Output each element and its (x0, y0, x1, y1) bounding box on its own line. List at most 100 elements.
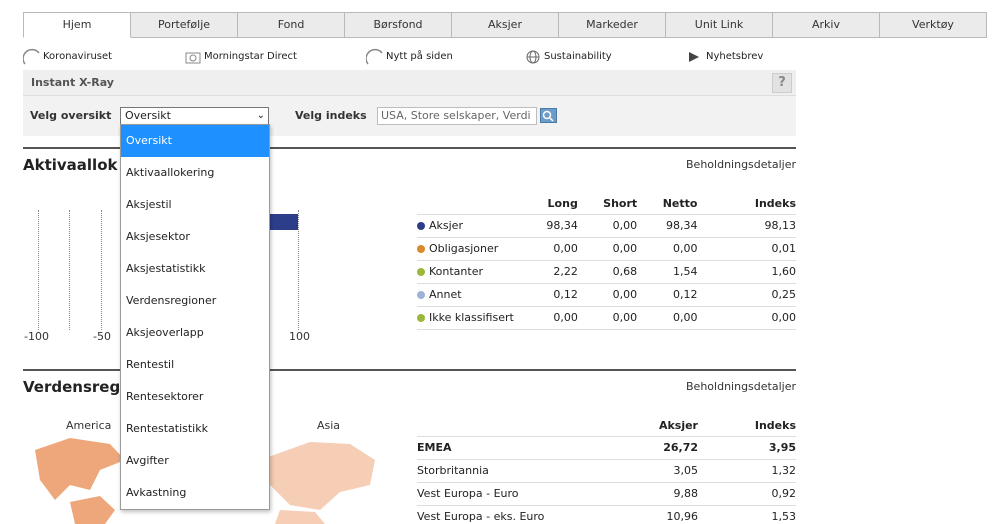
tab-arkiv[interactable]: Arkiv (773, 12, 880, 38)
link-label: Sustainability (544, 50, 612, 62)
cell-aksjer: 10,96 (617, 504, 698, 524)
dropdown-option[interactable]: Aksjestil (121, 189, 269, 221)
cell-indeks: 1,53 (698, 504, 796, 524)
row-name: Annet (429, 288, 462, 301)
cell-indeks: 0,01 (697, 236, 796, 260)
row-name: Kontanter (429, 265, 483, 278)
cell-aksjer: 26,72 (617, 435, 698, 459)
xray-title: Instant X-Ray (31, 76, 114, 89)
row-name: Aksjer (429, 219, 463, 232)
dropdown-option[interactable]: Rentesektorer (121, 381, 269, 413)
link-nytt-pa-siden[interactable]: Nytt på siden (365, 46, 453, 66)
row-name: Obligasjoner (429, 242, 499, 255)
cell-netto: 98,34 (637, 213, 698, 237)
cell-short: 0,00 (577, 305, 638, 330)
axis-gridline (38, 210, 39, 330)
cell-netto: 0,12 (637, 282, 698, 306)
tab-borsfond[interactable]: Børsfond (345, 12, 452, 38)
dropdown-option[interactable]: Aktivaallokering (121, 157, 269, 189)
dropdown-option[interactable]: Aksjeoverlapp (121, 317, 269, 349)
quick-links: Koronaviruset Morningstar Direct Nytt på… (22, 46, 793, 66)
cell-netto: 0,00 (637, 236, 698, 260)
table-row: Vest Europa - eks. Euro 10,96 1,53 (417, 504, 796, 524)
main-tabs: Hjem Portefølje Fond Børsfond Aksjer Mar… (23, 12, 987, 38)
cell-aksjer: 9,88 (617, 481, 698, 505)
overview-dropdown-list: Oversikt Aktivaallokering Aksjestil Aksj… (120, 124, 270, 510)
globe-icon (524, 47, 542, 65)
index-input[interactable]: USA, Store selskaper, Verdi (377, 107, 537, 125)
tab-fond[interactable]: Fond (238, 12, 345, 38)
table-row: Ikke klassifisert 0,00 0,00 0,00 0,00 (417, 305, 796, 330)
regions-details-link[interactable]: Beholdningsdetaljer (686, 380, 796, 393)
link-label: Morningstar Direct (204, 50, 297, 62)
circle-icon (22, 47, 41, 65)
cell-long: 0,00 (537, 236, 578, 260)
allocation-title: Aktivaallok (23, 156, 118, 174)
tab-portefolje[interactable]: Portefølje (131, 12, 238, 38)
cell-short: 0,00 (577, 236, 638, 260)
dropdown-option[interactable]: Aksjestatistikk (121, 253, 269, 285)
dropdown-option[interactable]: Aksjesektor (121, 221, 269, 253)
cell-netto: 0,00 (637, 305, 698, 330)
cell-short: 0,00 (577, 282, 638, 306)
dropdown-option[interactable]: Avgifter (121, 445, 269, 477)
axis-label: -100 (24, 330, 49, 343)
cell-short: 0,00 (577, 213, 638, 237)
col-netto: Netto (662, 196, 698, 210)
search-icon (542, 110, 554, 122)
dropdown-option[interactable]: Verdensregioner (121, 285, 269, 317)
cell-long: 0,00 (537, 305, 578, 330)
cell-aksjer: 3,05 (617, 458, 698, 482)
dropdown-option[interactable]: Avkastning (121, 477, 269, 509)
legend-dot (417, 291, 425, 299)
cell-indeks: 98,13 (697, 213, 796, 237)
dropdown-option[interactable]: Rentestatistikk (121, 413, 269, 445)
legend-dot (417, 222, 425, 230)
row-name: EMEA (417, 435, 617, 459)
table-row: Storbritannia 3,05 1,32 (417, 458, 796, 482)
cell-long: 2,22 (537, 259, 578, 283)
link-koronaviruset[interactable]: Koronaviruset (22, 46, 113, 66)
tab-verktoy[interactable]: Verktøy (880, 12, 987, 38)
col-short: Short (603, 196, 638, 210)
allocation-details-link[interactable]: Beholdningsdetaljer (686, 158, 796, 171)
link-label: Koronaviruset (43, 50, 113, 62)
axis-gridline (69, 210, 70, 330)
row-name: Ikke klassifisert (429, 311, 514, 324)
table-row: Aksjer 98,34 0,00 98,34 98,13 (417, 213, 796, 237)
dropdown-option[interactable]: Rentestil (121, 349, 269, 381)
tab-unit-link[interactable]: Unit Link (666, 12, 773, 38)
row-name: Storbritannia (417, 458, 617, 482)
search-button[interactable] (540, 108, 557, 123)
cell-long: 0,12 (537, 282, 578, 306)
cell-indeks: 1,32 (698, 458, 796, 482)
table-row: Annet 0,12 0,00 0,12 0,25 (417, 282, 796, 306)
col-indeks: Indeks (754, 418, 796, 432)
regions-title: Verdensreg (23, 378, 121, 396)
tab-aksjer[interactable]: Aksjer (452, 12, 559, 38)
help-button[interactable]: ? (772, 73, 792, 93)
table-row: Vest Europa - Euro 9,88 0,92 (417, 481, 796, 505)
overview-select[interactable]: Oversikt ⌄ (120, 107, 269, 125)
table-row: Obligasjoner 0,00 0,00 0,00 0,01 (417, 236, 796, 260)
table-row: EMEA 26,72 3,95 (417, 435, 796, 459)
link-label: Nytt på siden (386, 50, 453, 62)
tab-markeder[interactable]: Markeder (559, 12, 666, 38)
xray-header: Instant X-Ray ? (23, 70, 796, 96)
cell-long: 98,34 (537, 213, 578, 237)
tab-hjem[interactable]: Hjem (23, 12, 131, 38)
link-morningstar-direct[interactable]: Morningstar Direct (184, 46, 297, 66)
allocation-table: Long Short Netto Indeks Aksjer 98,34 0,0… (417, 192, 796, 330)
direct-icon (184, 47, 202, 65)
link-sustainability[interactable]: Sustainability (524, 46, 612, 66)
circle-icon (365, 47, 384, 65)
index-label: Velg indeks (295, 109, 367, 122)
table-row: Kontanter 2,22 0,68 1,54 1,60 (417, 259, 796, 283)
legend-dot (417, 245, 425, 253)
dropdown-option[interactable]: Oversikt (121, 125, 269, 157)
link-nyhetsbrev[interactable]: Nyhetsbrev (686, 46, 763, 66)
axis-gridline (101, 210, 102, 330)
col-aksjer: Aksjer (658, 418, 698, 432)
overview-label: Velg oversikt (30, 109, 112, 122)
cell-indeks: 0,25 (697, 282, 796, 306)
